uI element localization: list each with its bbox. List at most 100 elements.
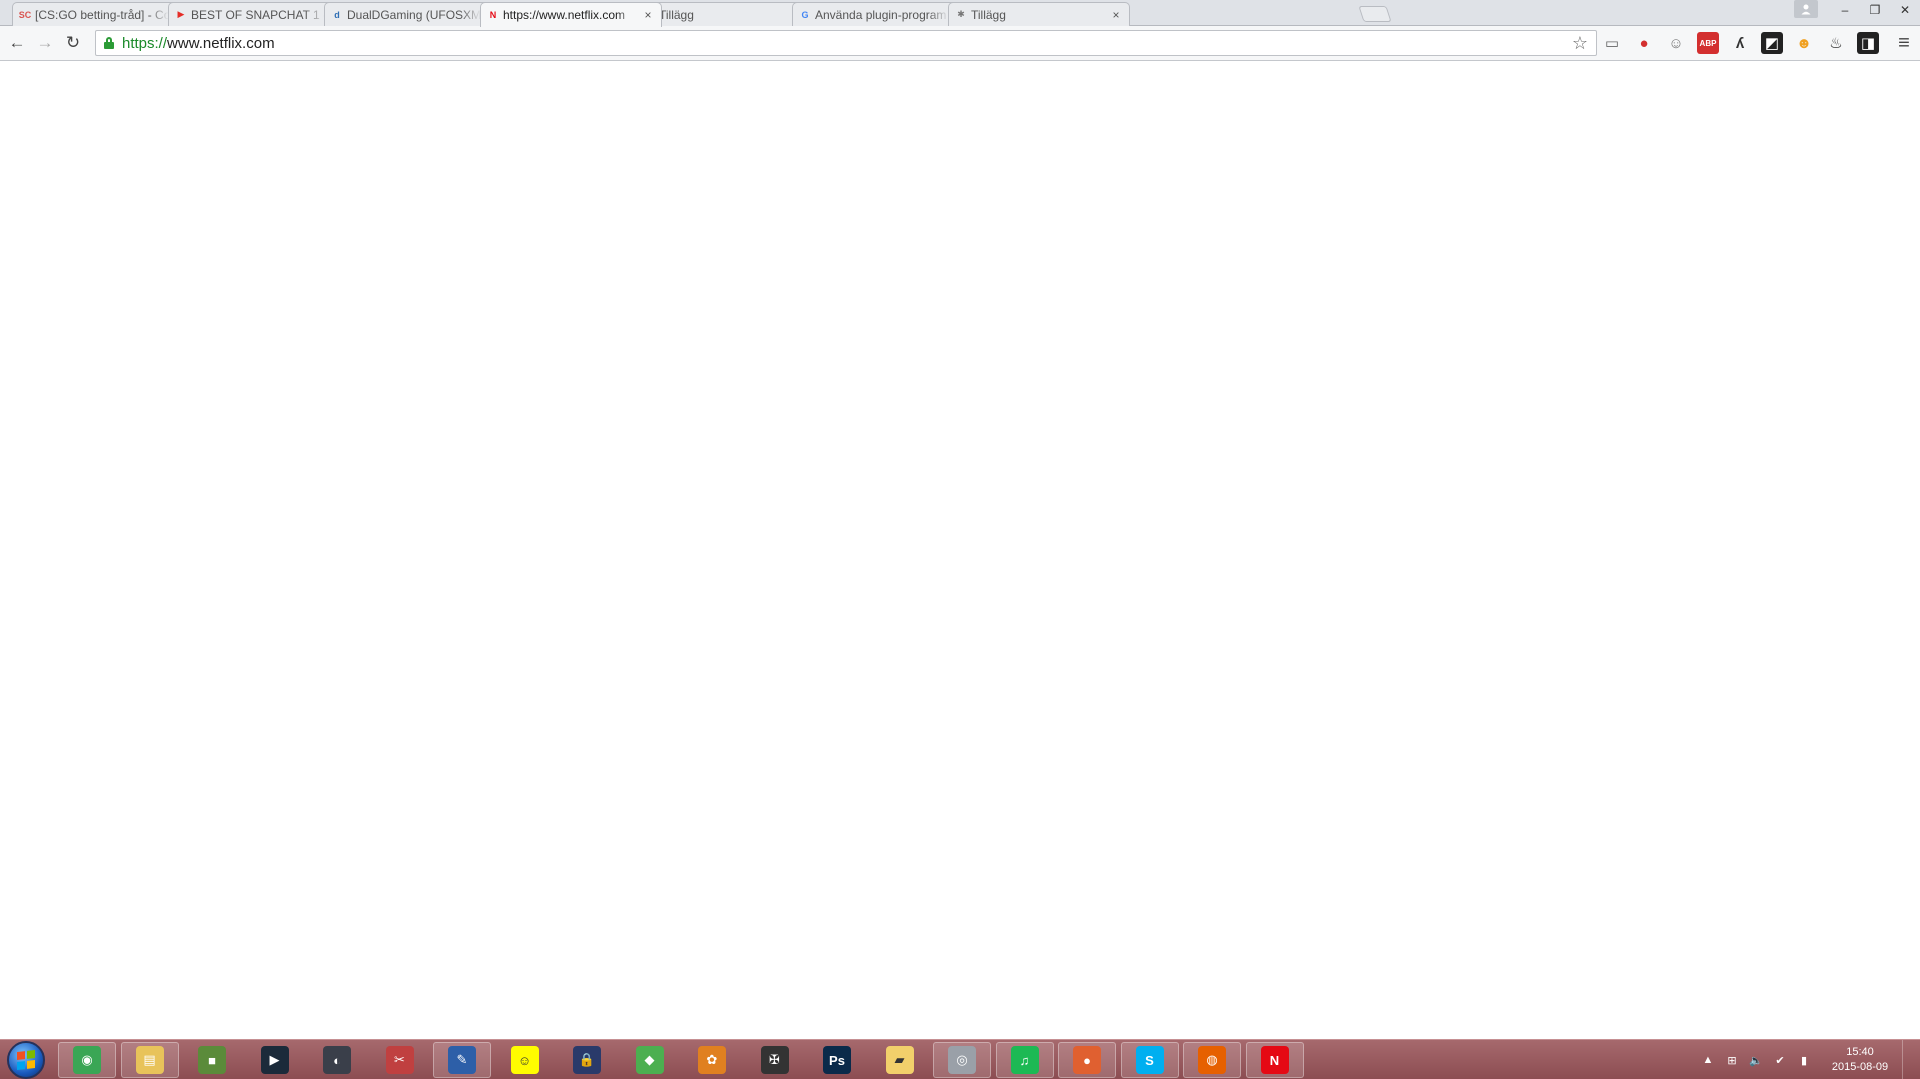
photoshop-taskbar-icon: Ps	[823, 1046, 851, 1074]
sims-taskbar-button[interactable]: ◆	[621, 1042, 679, 1078]
clock-time: 15:40	[1846, 1046, 1874, 1058]
tab-title: https://www.netflix.com	[503, 8, 626, 22]
origin-taskbar-button[interactable]: ●	[1058, 1042, 1116, 1078]
snipping-tool-taskbar-icon: ✂	[385, 1046, 414, 1074]
tab-title: Tillägg	[659, 7, 694, 22]
firefox-taskbar-button[interactable]: ◍	[1183, 1042, 1241, 1078]
tray-windows-flag-icon[interactable]: ⊞	[1724, 1052, 1740, 1068]
chrome-taskbar-icon: ◉	[73, 1046, 101, 1074]
ghostery-icon[interactable]: ☺	[1665, 32, 1687, 54]
tab-title: [CS:GO betting-tråd] - Co	[35, 7, 169, 22]
minecraft-taskbar-button[interactable]: ■	[183, 1042, 241, 1078]
person-icon	[1801, 4, 1811, 15]
menu-button[interactable]: ≡	[1893, 32, 1915, 54]
back-button[interactable]: ←	[6, 32, 28, 54]
tab-title: BEST OF SNAPCHAT 1 - D	[191, 7, 325, 22]
hamburger-menu-icon: ≡	[1898, 31, 1910, 54]
tray-expand-icon[interactable]: ▲	[1700, 1052, 1716, 1068]
reload-icon: ↻	[65, 33, 81, 52]
profile-button[interactable]	[1794, 0, 1818, 18]
window-controls: – ❐ ✕	[1794, 0, 1920, 20]
skype-taskbar-button[interactable]: S	[1120, 1042, 1179, 1078]
forward-arrow-icon: →	[36, 33, 54, 52]
spotify-taskbar-button[interactable]: ♫	[995, 1042, 1054, 1078]
netflix-icon: N	[489, 9, 497, 20]
extensions-bar: ▭ ● ☺ ABP ʎ ◩ ☻ ♨ ◨	[1601, 31, 1889, 55]
emoji-icon[interactable]: ☻	[1793, 32, 1815, 54]
photoshop-taskbar-button[interactable]: Ps	[808, 1042, 866, 1078]
bookmark-star-icon[interactable]: ☆	[1572, 33, 1588, 54]
tab-close-icon[interactable]: ×	[1109, 8, 1123, 22]
reload-button[interactable]: ↻	[62, 32, 84, 54]
chrome-taskbar-button[interactable]: ◉	[58, 1042, 116, 1078]
paint-taskbar-button[interactable]: ✎	[433, 1042, 491, 1078]
snapchat-taskbar-button[interactable]: ☺	[496, 1042, 554, 1078]
skype-taskbar-icon: S	[1135, 1046, 1164, 1074]
tab-title: Tillägg	[971, 7, 1006, 22]
close-window-button[interactable]: ✕	[1890, 0, 1920, 20]
steam-taskbar-icon: ◐	[323, 1046, 351, 1074]
lastpass-icon[interactable]: ●	[1633, 32, 1655, 54]
starcraft-taskbar-button[interactable]: ✠	[746, 1042, 804, 1078]
disc-taskbar-button[interactable]: ◎	[933, 1042, 991, 1078]
tray-network-icon[interactable]: ▮	[1796, 1052, 1812, 1068]
lock-icon	[104, 37, 114, 49]
tab-3[interactable]: dDualDGaming (UFOSXM S×	[324, 2, 506, 26]
tab-close-icon[interactable]: ×	[641, 8, 655, 22]
paint-taskbar-icon: ✎	[448, 1046, 476, 1074]
explorer-taskbar-icon: ▤	[135, 1046, 164, 1074]
vpn-taskbar-button[interactable]: 🔒	[558, 1042, 616, 1078]
tab-5[interactable]: ✱Tillägg×	[636, 2, 818, 26]
tray-volume-icon[interactable]: 🔈	[1748, 1052, 1764, 1068]
tab-4[interactable]: Nhttps://www.netflix.com ×	[480, 2, 662, 27]
browser-toolbar: ← → ↻ https://www.netflix.com ☆ ▭ ● ☺ ABP ʎ ◩…	[0, 26, 1920, 61]
address-bar[interactable]: https://www.netflix.com ☆	[95, 30, 1597, 56]
start-button[interactable]	[3, 1041, 49, 1079]
restore-button[interactable]: ❐	[1860, 0, 1890, 20]
media-player-taskbar-button[interactable]: ▶	[246, 1042, 304, 1078]
clock-date: 2015-08-09	[1831, 1061, 1889, 1073]
folder-taskbar-button[interactable]: ▰	[871, 1042, 929, 1078]
tab-7[interactable]: ✱ Tillägg ×	[948, 2, 1130, 26]
cast-icon[interactable]: ▭	[1601, 32, 1623, 54]
steam-taskbar-button[interactable]: ◐	[308, 1042, 366, 1078]
snapchat-taskbar-icon: ☺	[510, 1046, 539, 1074]
new-tab-button[interactable]	[1358, 6, 1392, 22]
adblock-plus-icon[interactable]: ABP	[1697, 32, 1719, 54]
explorer-taskbar-button[interactable]: ▤	[120, 1042, 179, 1078]
mask-icon[interactable]: ◨	[1857, 32, 1879, 54]
tab-title: DualDGaming (UFOSXM S	[347, 7, 481, 22]
minimize-button[interactable]: –	[1830, 0, 1860, 20]
sc-icon: SC	[18, 9, 32, 20]
firefox-taskbar-icon: ◍	[1198, 1046, 1226, 1074]
page-content	[0, 61, 1920, 1039]
stylus-icon[interactable]: ʎ	[1729, 32, 1751, 54]
fl-studio-taskbar-icon: ✿	[698, 1046, 726, 1074]
notes-icon[interactable]: ◩	[1761, 32, 1783, 54]
puzzle-icon: ✱	[957, 9, 965, 19]
back-arrow-icon: ←	[8, 33, 26, 52]
sims-taskbar-icon: ◆	[635, 1046, 664, 1074]
tab-2[interactable]: ▶BEST OF SNAPCHAT 1 - D×	[168, 2, 350, 26]
system-tray: ▲ ⊞ 🔈 ✔ ▮ 15:40 2015-08-09	[1700, 1040, 1912, 1079]
tab-strip: SC[CS:GO betting-tråd] - Co×▶BEST OF SNA…	[0, 0, 1920, 27]
netflix-taskbar-icon: N	[1260, 1046, 1289, 1074]
fire-icon[interactable]: ♨	[1825, 32, 1847, 54]
url-host: www.netflix.com	[167, 34, 275, 52]
taskbar: ◉ ▤ ■ ▶ ◐ ✂ ✎ ☺ 🔒 ◆ ✿ ✠ Ps ▰ ◎ ♫ ● S ◍ N ▲ ⊞ 🔈 ✔ ▮ 15:40 2015-0…	[0, 1039, 1920, 1079]
tab-6[interactable]: GAnvända plugin-program×	[792, 2, 974, 26]
tray-security-icon[interactable]: ✔	[1772, 1052, 1788, 1068]
google-icon: G	[801, 9, 809, 20]
netflix-taskbar-button[interactable]: N	[1245, 1042, 1304, 1078]
forward-button[interactable]: →	[34, 32, 56, 54]
snipping-tool-taskbar-button[interactable]: ✂	[371, 1042, 429, 1078]
disc-taskbar-icon: ◎	[948, 1046, 976, 1074]
clock[interactable]: 15:40 2015-08-09	[1824, 1045, 1896, 1075]
media-player-taskbar-icon: ▶	[260, 1046, 289, 1074]
url-scheme: https://	[122, 34, 168, 52]
url-text[interactable]: https://www.netflix.com	[122, 35, 275, 52]
fl-studio-taskbar-button[interactable]: ✿	[683, 1042, 741, 1078]
show-desktop-button[interactable]	[1902, 1040, 1912, 1079]
tab-1[interactable]: SC[CS:GO betting-tråd] - Co×	[12, 2, 194, 26]
vpn-taskbar-icon: 🔒	[573, 1046, 601, 1074]
